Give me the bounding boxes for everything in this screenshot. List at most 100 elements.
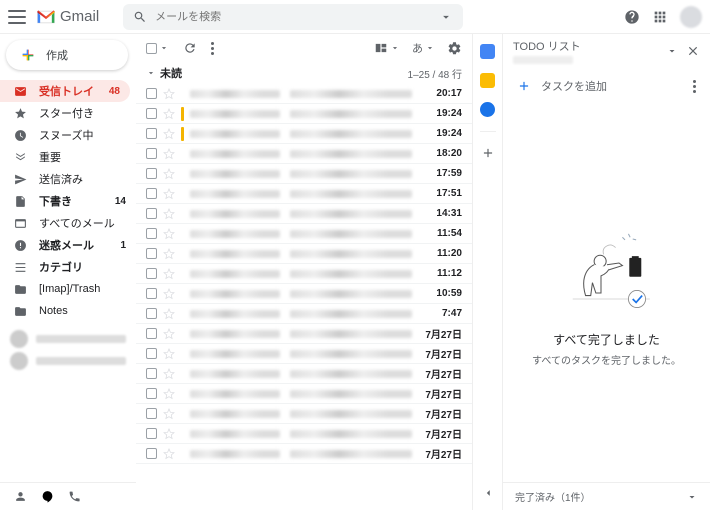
star-icon[interactable] xyxy=(163,88,175,100)
star-icon[interactable] xyxy=(163,308,175,320)
importance-marker[interactable] xyxy=(181,327,184,341)
importance-marker[interactable] xyxy=(181,207,184,221)
importance-marker[interactable] xyxy=(181,367,184,381)
importance-marker[interactable] xyxy=(181,267,184,281)
importance-marker[interactable] xyxy=(181,227,184,241)
email-row[interactable]: 7月27日 xyxy=(136,424,472,444)
star-icon[interactable] xyxy=(163,208,175,220)
email-row[interactable]: 19:24 xyxy=(136,124,472,144)
email-checkbox[interactable] xyxy=(146,328,157,339)
apps-icon[interactable] xyxy=(652,9,668,25)
email-checkbox[interactable] xyxy=(146,448,157,459)
star-icon[interactable] xyxy=(163,148,175,160)
person-icon[interactable] xyxy=(14,490,27,503)
star-icon[interactable] xyxy=(163,348,175,360)
email-row[interactable]: 7月27日 xyxy=(136,384,472,404)
hide-panel-icon[interactable] xyxy=(481,486,495,500)
star-icon[interactable] xyxy=(163,288,175,300)
email-checkbox[interactable] xyxy=(146,188,157,199)
chevron-down-icon[interactable] xyxy=(666,45,678,57)
importance-marker[interactable] xyxy=(181,107,184,121)
compose-button[interactable]: 作成 xyxy=(6,40,128,70)
caret-down-icon[interactable] xyxy=(146,68,156,78)
email-checkbox[interactable] xyxy=(146,348,157,359)
select-dropdown-icon[interactable] xyxy=(159,43,169,53)
email-checkbox[interactable] xyxy=(146,408,157,419)
email-row[interactable]: 7月27日 xyxy=(136,364,472,384)
select-all-checkbox[interactable] xyxy=(146,43,157,54)
email-checkbox[interactable] xyxy=(146,388,157,399)
importance-marker[interactable] xyxy=(181,447,184,461)
email-checkbox[interactable] xyxy=(146,148,157,159)
menu-icon[interactable] xyxy=(8,10,26,24)
sidebar-item-10[interactable]: Notes xyxy=(0,300,136,322)
email-checkbox[interactable] xyxy=(146,308,157,319)
email-row[interactable]: 14:31 xyxy=(136,204,472,224)
tasks-completed-toggle[interactable]: 完了済み（1件） xyxy=(503,482,710,510)
phone-icon[interactable] xyxy=(68,490,81,503)
email-row[interactable]: 7月27日 xyxy=(136,344,472,364)
support-icon[interactable] xyxy=(624,9,640,25)
email-row[interactable]: 17:59 xyxy=(136,164,472,184)
email-checkbox[interactable] xyxy=(146,108,157,119)
importance-marker[interactable] xyxy=(181,387,184,401)
importance-marker[interactable] xyxy=(181,167,184,181)
chevron-down-icon[interactable] xyxy=(425,43,435,53)
star-icon[interactable] xyxy=(163,228,175,240)
sidebar-item-7[interactable]: 迷惑メール1 xyxy=(0,234,136,256)
email-checkbox[interactable] xyxy=(146,268,157,279)
email-checkbox[interactable] xyxy=(146,128,157,139)
settings-icon[interactable] xyxy=(447,41,462,56)
account-row[interactable] xyxy=(0,328,136,350)
email-row[interactable]: 7月27日 xyxy=(136,444,472,464)
star-icon[interactable] xyxy=(163,268,175,280)
importance-marker[interactable] xyxy=(181,147,184,161)
input-lang[interactable]: あ xyxy=(412,40,423,56)
star-icon[interactable] xyxy=(163,428,175,440)
email-checkbox[interactable] xyxy=(146,228,157,239)
hangouts-icon[interactable] xyxy=(41,490,54,503)
refresh-icon[interactable] xyxy=(183,41,197,55)
email-row[interactable]: 7月27日 xyxy=(136,404,472,424)
split-pane-icon[interactable] xyxy=(374,41,388,55)
star-icon[interactable] xyxy=(163,368,175,380)
calendar-icon[interactable] xyxy=(480,44,495,59)
importance-marker[interactable] xyxy=(181,187,184,201)
sidebar-item-9[interactable]: [Imap]/Trash xyxy=(0,278,136,300)
importance-marker[interactable] xyxy=(181,307,184,321)
importance-marker[interactable] xyxy=(181,407,184,421)
account-row[interactable] xyxy=(0,350,136,372)
more-icon[interactable] xyxy=(211,42,214,55)
sidebar-item-3[interactable]: 重要 xyxy=(0,146,136,168)
star-icon[interactable] xyxy=(163,168,175,180)
importance-marker[interactable] xyxy=(181,247,184,261)
add-task-button[interactable]: タスクを追加 xyxy=(511,72,702,100)
addons-plus-icon[interactable] xyxy=(481,146,495,160)
importance-marker[interactable] xyxy=(181,427,184,441)
email-checkbox[interactable] xyxy=(146,288,157,299)
tasks-icon[interactable] xyxy=(480,102,495,117)
email-checkbox[interactable] xyxy=(146,428,157,439)
sidebar-item-1[interactable]: スター付き xyxy=(0,102,136,124)
email-row[interactable]: 10:59 xyxy=(136,284,472,304)
importance-marker[interactable] xyxy=(181,347,184,361)
star-icon[interactable] xyxy=(163,188,175,200)
email-row[interactable]: 20:17 xyxy=(136,84,472,104)
keep-icon[interactable] xyxy=(480,73,495,88)
star-icon[interactable] xyxy=(163,448,175,460)
chevron-down-icon[interactable] xyxy=(390,43,400,53)
email-row[interactable]: 17:51 xyxy=(136,184,472,204)
email-row[interactable]: 11:20 xyxy=(136,244,472,264)
importance-marker[interactable] xyxy=(181,87,184,101)
email-checkbox[interactable] xyxy=(146,248,157,259)
search-options-icon[interactable] xyxy=(439,10,453,24)
search-bar[interactable] xyxy=(123,4,463,30)
email-checkbox[interactable] xyxy=(146,368,157,379)
star-icon[interactable] xyxy=(163,388,175,400)
email-row[interactable]: 11:12 xyxy=(136,264,472,284)
email-row[interactable]: 18:20 xyxy=(136,144,472,164)
close-icon[interactable] xyxy=(686,44,700,58)
star-icon[interactable] xyxy=(163,128,175,140)
email-row[interactable]: 7:47 xyxy=(136,304,472,324)
gmail-logo[interactable]: Gmail xyxy=(36,8,99,25)
